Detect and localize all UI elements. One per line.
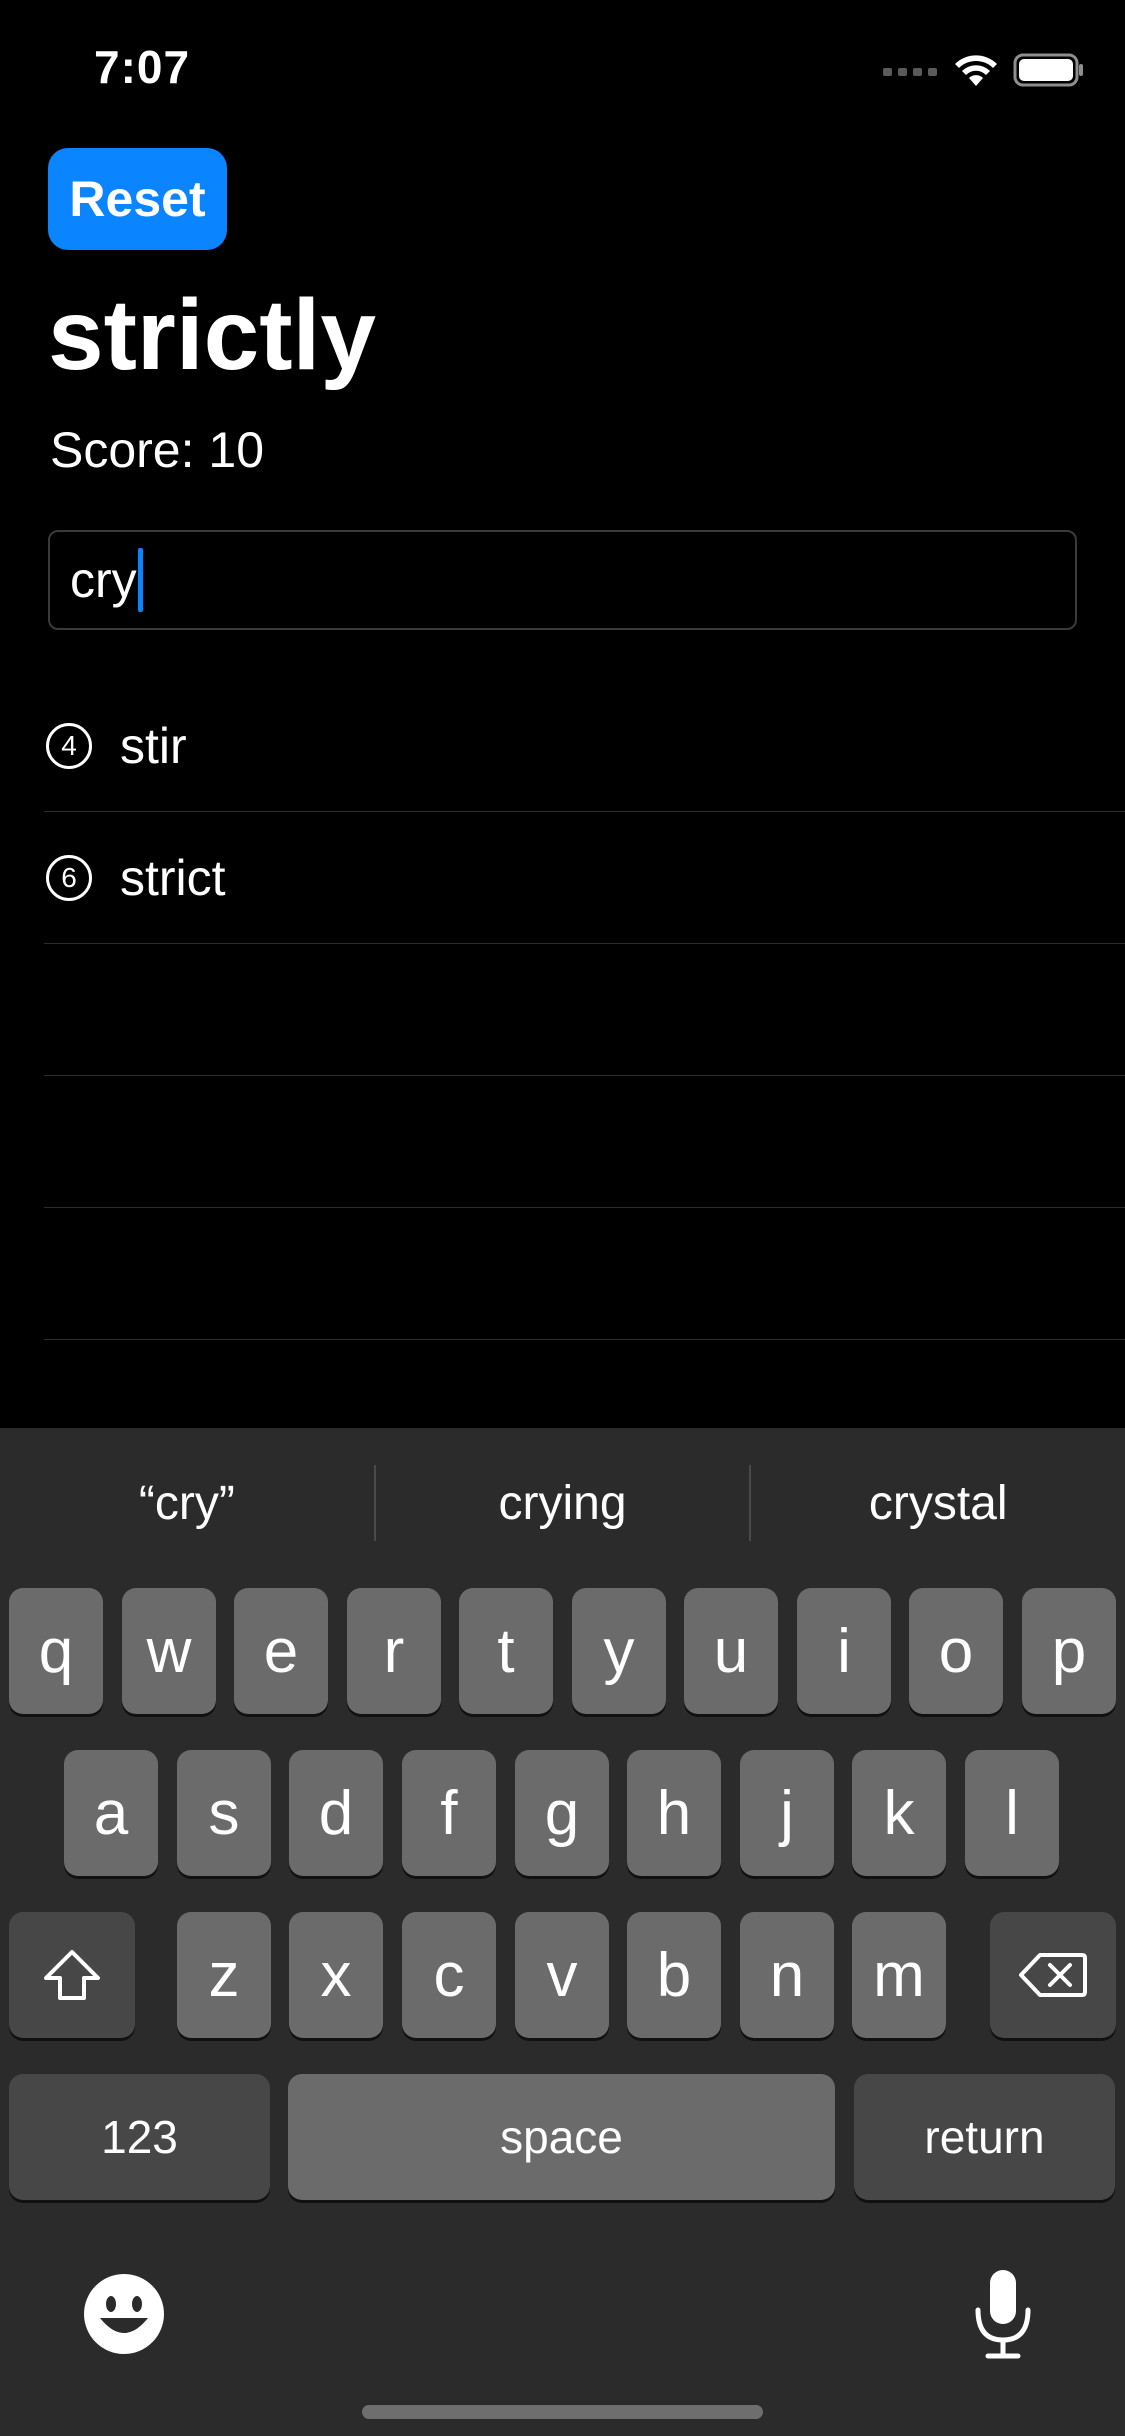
key-y[interactable]: y [572,1588,666,1714]
page-title: strictly [48,279,376,391]
key-b[interactable]: b [627,1912,721,2038]
key-v[interactable]: v [515,1912,609,2038]
list-item-word: strict [120,849,226,906]
signal-icon [883,68,937,76]
key-o[interactable]: o [909,1588,1003,1714]
key-w[interactable]: w [122,1588,216,1714]
key-t[interactable]: t [459,1588,553,1714]
key-e[interactable]: e [234,1588,328,1714]
shift-key[interactable] [9,1912,135,2038]
suggestion-3[interactable]: crystal [751,1428,1125,1578]
keyboard: “cry” crying crystal q w e r t y u i o p… [0,1428,1125,2436]
word-input[interactable]: cry [48,530,1077,630]
key-p[interactable]: p [1022,1588,1116,1714]
key-k[interactable]: k [852,1750,946,1876]
key-j[interactable]: j [740,1750,834,1876]
home-indicator[interactable] [362,2405,763,2419]
status-bar: 7:07 [0,0,1125,140]
empty-row [44,1208,1125,1340]
key-g[interactable]: g [515,1750,609,1876]
emoji-key[interactable] [82,2272,166,2361]
key-l[interactable]: l [965,1750,1059,1876]
reset-button[interactable]: Reset [48,148,227,250]
key-s[interactable]: s [177,1750,271,1876]
delete-key[interactable] [990,1912,1116,2038]
list-item: 6 strict [44,812,1125,944]
word-input-value: cry [70,552,137,608]
key-z[interactable]: z [177,1912,271,2038]
empty-row [44,944,1125,1076]
text-cursor [137,548,143,612]
key-d[interactable]: d [289,1750,383,1876]
list-item: 4 stir [44,680,1125,812]
status-icons [883,50,1085,90]
key-n[interactable]: n [740,1912,834,2038]
key-q[interactable]: q [9,1588,103,1714]
key-a[interactable]: a [64,1750,158,1876]
battery-icon [1013,53,1083,87]
key-u[interactable]: u [684,1588,778,1714]
wifi-icon [955,55,997,86]
backspace-icon [1019,1953,1087,1997]
suggestion-bar: “cry” crying crystal [0,1428,1125,1578]
empty-row [44,1076,1125,1208]
key-m[interactable]: m [852,1912,946,2038]
key-i[interactable]: i [797,1588,891,1714]
suggestion-1[interactable]: “cry” [0,1428,374,1578]
key-r[interactable]: r [347,1588,441,1714]
score-label: Score: 10 [50,422,265,478]
letter-count-badge: 6 [46,854,92,901]
microphone-icon [975,2270,1031,2359]
return-key[interactable]: return [854,2074,1115,2200]
list-item-word: stir [120,717,187,774]
key-h[interactable]: h [627,1750,721,1876]
letter-count-badge: 4 [46,722,92,769]
suggestion-2[interactable]: crying [376,1428,750,1578]
key-f[interactable]: f [402,1750,496,1876]
emoji-icon [84,2274,164,2354]
numbers-key[interactable]: 123 [9,2074,270,2200]
key-x[interactable]: x [289,1912,383,2038]
shift-icon [44,1950,100,2000]
status-time: 7:07 [94,41,191,93]
key-c[interactable]: c [402,1912,496,2038]
space-key[interactable]: space [288,2074,835,2200]
dictation-key[interactable] [970,2266,1036,2367]
used-words-list: 4 stir 6 strict [44,680,1125,1340]
